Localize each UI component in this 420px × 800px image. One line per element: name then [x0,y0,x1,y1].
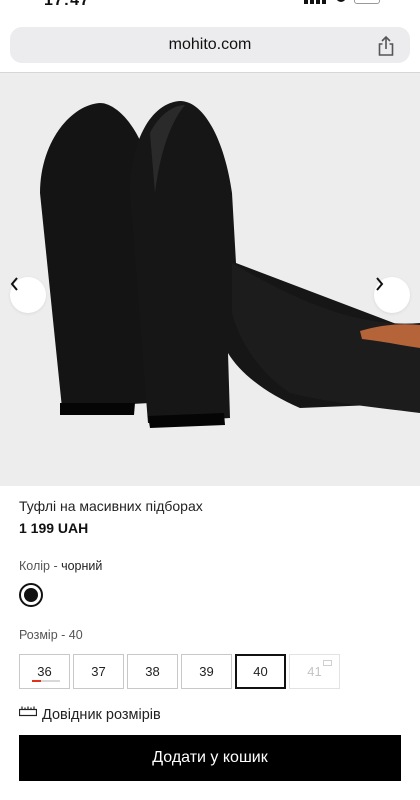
size-label: Розмір - 40 [19,628,83,642]
low-stock-indicator [32,680,60,682]
product-image[interactable] [0,73,420,486]
size-option-39[interactable]: 39 [181,654,232,689]
gallery-next-button[interactable] [374,277,410,313]
size-option-label: 41 [307,664,322,679]
chevron-right-icon [376,277,384,291]
size-guide-link[interactable]: Довідник розмірів [19,701,161,723]
size-option-38[interactable]: 38 [127,654,178,689]
size-option-40[interactable]: 40 [235,654,286,689]
size-option-label: 36 [37,664,52,679]
size-option-label: 40 [253,664,268,679]
gallery-prev-button[interactable] [10,277,46,313]
chevron-left-icon [10,277,18,291]
address-bar[interactable]: mohito.com [10,27,410,63]
color-label-text: Колір [19,559,50,573]
color-value: чорний [61,559,103,573]
product-title: Туфлі на масивних підборах [19,498,203,514]
size-option-label: 39 [199,664,214,679]
status-time: 17:47 [44,0,90,9]
envelope-icon [323,660,332,666]
color-label: Колір - чорний [19,559,102,573]
size-option-label: 37 [91,664,106,679]
signal-icon [304,0,328,4]
size-guide-text[interactable]: Довідник розмірів [42,707,161,723]
status-bar: 17:47 [0,0,420,12]
size-option-41[interactable]: 41 [289,654,340,689]
size-selector: 36 37 38 39 40 41 [19,654,340,689]
add-to-cart-button[interactable]: Додати у кошик [19,735,401,781]
share-icon[interactable] [376,35,396,57]
size-option-37[interactable]: 37 [73,654,124,689]
battery-icon [354,0,380,4]
size-option-label: 38 [145,664,160,679]
color-swatch-black[interactable] [19,583,43,607]
wifi-icon [336,0,346,2]
size-option-36[interactable]: 36 [19,654,70,689]
ruler-icon [19,706,37,717]
color-swatch-dot [24,588,38,602]
url-text[interactable]: mohito.com [10,36,410,54]
color-separator: - [49,559,62,573]
shoe-illustration [40,101,420,428]
product-price: 1 199 UAH [19,520,89,536]
